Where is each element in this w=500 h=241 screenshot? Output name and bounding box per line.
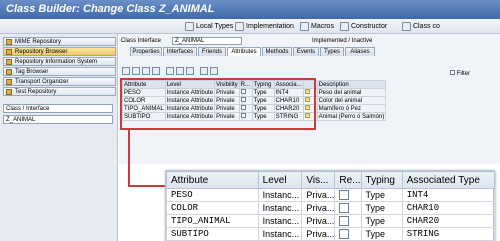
tab-events[interactable]: Events: [293, 47, 319, 56]
zoom-col-assoc-type[interactable]: Associated Type: [401, 171, 496, 189]
tab-methods[interactable]: Methods: [262, 47, 292, 56]
nav-item-tag-browser[interactable]: Tag Browser: [3, 67, 116, 76]
zoom-col-visibility[interactable]: Vis...: [301, 171, 336, 189]
copy-icon[interactable]: [176, 67, 184, 75]
folder-icon: [6, 59, 12, 65]
table-row[interactable]: PESO Instanc... Priva... Type INT4: [166, 188, 496, 202]
folder-icon: [6, 89, 12, 95]
class-status: Implemented / Inactive: [312, 38, 373, 44]
filter-check-icon: [450, 70, 455, 75]
filter-checkbox[interactable]: Filter: [450, 70, 470, 77]
implementation-icon: [235, 21, 244, 31]
zoomed-attributes-table: Attribute Level Vis... Re... Typing Asso…: [166, 171, 496, 241]
implementation-button[interactable]: Implementation: [235, 21, 294, 32]
delete-row-icon[interactable]: [132, 67, 140, 75]
zoom-col-typing[interactable]: Typing: [360, 171, 403, 189]
readonly-checkbox[interactable]: [339, 189, 350, 200]
table-toolbar: [119, 67, 219, 77]
class-interface-label: Class Interface: [121, 38, 162, 44]
window-title: Class Builder: Change Class Z_ANIMAL: [0, 0, 500, 19]
zoom-col-level[interactable]: Level: [257, 171, 303, 189]
callout-arrow-vertical: [128, 130, 130, 186]
application-toolbar: Local Types Implementation Macros Constr…: [0, 19, 500, 34]
navigation-panel: MIME Repository Repository Browser Repos…: [0, 34, 118, 241]
move-down-icon[interactable]: [152, 67, 160, 75]
readonly-checkbox[interactable]: [339, 202, 350, 213]
folder-icon: [6, 49, 12, 55]
zoom-col-attribute[interactable]: Attribute: [166, 171, 259, 189]
nav-item-mime-repository[interactable]: MIME Repository: [3, 37, 116, 46]
constructor-button[interactable]: Constructor: [340, 21, 387, 32]
move-up-icon[interactable]: [142, 67, 150, 75]
zoomed-attributes-table-panel: Attribute Level Vis... Re... Typing Asso…: [165, 170, 496, 241]
nav-item-test-repository[interactable]: Test Repository: [3, 87, 116, 96]
nav-item-repository-information-system[interactable]: Repository Information System: [3, 57, 116, 66]
folder-icon: [6, 79, 12, 85]
folder-icon: [6, 69, 12, 75]
class-constructor-button[interactable]: Class co: [402, 21, 440, 32]
highlight-box: [120, 78, 316, 130]
readonly-checkbox[interactable]: [339, 215, 350, 226]
object-name-field[interactable]: Z_ANIMAL: [3, 115, 113, 124]
macros-button[interactable]: Macros: [300, 21, 334, 32]
local-types-icon: [185, 21, 194, 31]
tab-interfaces[interactable]: Interfaces: [163, 47, 197, 56]
readonly-checkbox[interactable]: [339, 228, 350, 239]
tab-aliases[interactable]: Aliases: [345, 47, 375, 56]
nav-item-transport-organizer[interactable]: Transport Organizer: [3, 77, 116, 86]
tab-types[interactable]: Types: [320, 47, 344, 56]
table-row[interactable]: COLOR Instanc... Priva... Type CHAR10: [166, 201, 496, 215]
table-row[interactable]: SUBTIPO Instanc... Priva... Type STRING: [166, 227, 496, 241]
tab-friends[interactable]: Friends: [198, 47, 226, 56]
constructor-icon: [340, 21, 349, 31]
find-icon[interactable]: [200, 67, 208, 75]
col-description[interactable]: Description: [316, 80, 387, 89]
tab-attributes[interactable]: Attributes: [227, 47, 261, 56]
local-types-button[interactable]: Local Types: [185, 21, 233, 32]
tab-properties[interactable]: Properties: [130, 47, 162, 56]
cut-icon[interactable]: [166, 67, 174, 75]
class-constructor-icon: [402, 21, 411, 31]
macros-icon: [300, 21, 309, 31]
class-name-field[interactable]: Z_ANIMAL: [172, 37, 242, 45]
find-next-icon[interactable]: [210, 67, 218, 75]
zoom-col-readonly[interactable]: Re...: [334, 171, 362, 189]
object-type-dropdown[interactable]: Class / Interface: [3, 104, 113, 113]
callout-arrow-horizontal: [128, 185, 170, 187]
folder-icon: [6, 39, 12, 45]
insert-row-icon[interactable]: [122, 67, 130, 75]
nav-item-repository-browser[interactable]: Repository Browser: [3, 47, 116, 56]
paste-icon[interactable]: [186, 67, 194, 75]
table-row[interactable]: TIPO_ANIMAL Instanc... Priva... Type CHA…: [166, 214, 496, 228]
